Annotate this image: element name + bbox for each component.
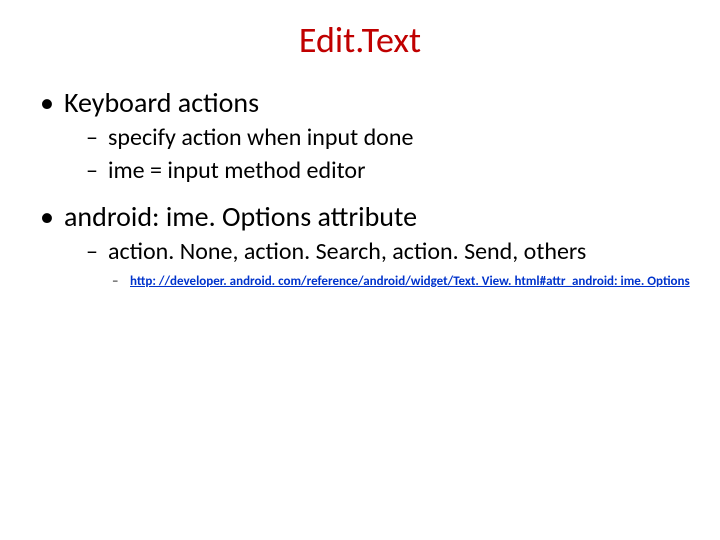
slide-body: Keyboard actions specify action when inp… [30, 80, 690, 295]
subbullet-specify-action: specify action when input done [30, 123, 690, 152]
bullet-keyboard-actions: Keyboard actions [30, 86, 690, 119]
subbullet-doc-link: http: //developer. android. com/referenc… [30, 274, 690, 291]
subbullet-ime-definition: ime = input method editor [30, 156, 690, 185]
slide: Edit.Text Keyboard actions specify actio… [0, 0, 720, 540]
subbullet-action-values: action. None, action. Search, action. Se… [30, 237, 690, 266]
doc-link[interactable]: http: //developer. android. com/referenc… [130, 274, 690, 289]
bullet-ime-options-attr: android: ime. Options attribute [30, 200, 690, 233]
slide-title: Edit.Text [0, 18, 720, 62]
